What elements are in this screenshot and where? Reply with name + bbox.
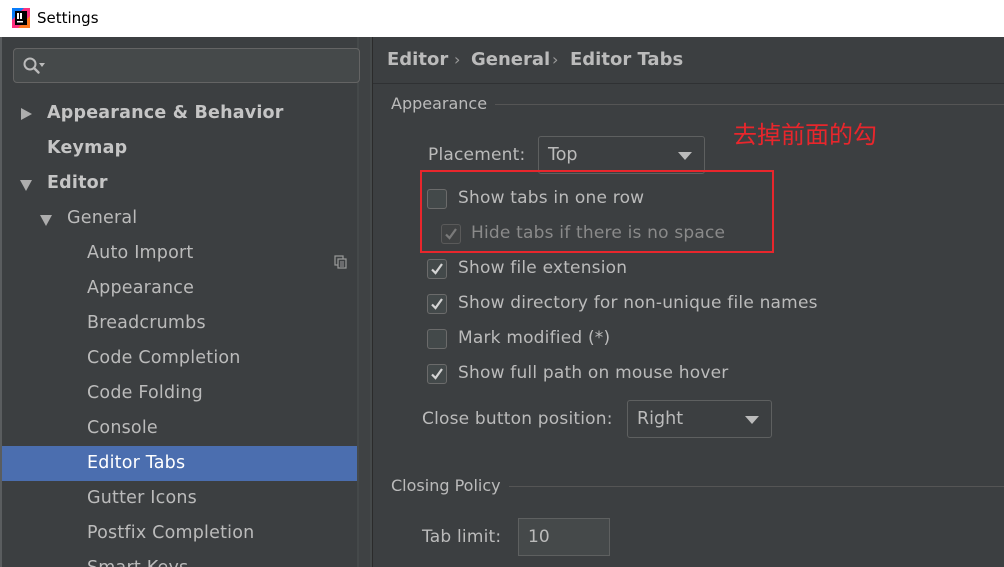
tree-item-gutter-icons[interactable]: Gutter Icons	[2, 481, 357, 516]
tree-item-label: Postfix Completion	[87, 523, 255, 543]
close-button-position-value: Right	[637, 409, 684, 429]
mark-modified-option[interactable]: Mark modified (*)	[427, 327, 727, 353]
tree-item-appearance[interactable]: Appearance	[2, 271, 357, 306]
window-title-bar: Settings	[0, 0, 1004, 37]
tree-item-auto-import[interactable]: Auto Import	[2, 236, 357, 271]
search-icon[interactable]	[22, 56, 46, 76]
tree-item-postfix-completion[interactable]: Postfix Completion	[2, 516, 357, 551]
tree-item-label: Gutter Icons	[87, 488, 197, 508]
show-full-path-label: Show full path on mouse hover	[458, 363, 729, 383]
tree-item-label: Console	[87, 418, 158, 438]
collapse-arrow-icon[interactable]	[40, 215, 52, 226]
tree-item-label: Code Folding	[87, 383, 203, 403]
show-file-extension-label: Show file extension	[458, 258, 628, 278]
breadcrumb-item-editor-tabs: Editor Tabs	[570, 49, 684, 70]
intellij-app-icon	[12, 8, 30, 28]
check-mark-icon	[431, 263, 443, 275]
tree-item-code-folding[interactable]: Code Folding	[2, 376, 357, 411]
project-settings-icon	[334, 247, 348, 269]
tree-item-label: Appearance	[87, 278, 195, 298]
close-button-position-label: Close button position:	[422, 409, 613, 429]
tab-limit-label: Tab limit:	[422, 527, 502, 547]
tree-item-label: Breadcrumbs	[87, 313, 206, 333]
tab-limit-value: 10	[528, 527, 550, 547]
section-title-appearance: Appearance	[391, 94, 496, 113]
expand-arrow-icon[interactable]	[21, 108, 32, 120]
tree-item-appearance-behavior[interactable]: Appearance & Behavior	[2, 96, 357, 131]
placement-dropdown[interactable]: Top	[538, 136, 705, 174]
breadcrumb-item-editor[interactable]: Editor	[387, 49, 448, 70]
annotation-note: 去掉前面的勾	[733, 121, 877, 149]
settings-search-field[interactable]	[13, 48, 360, 83]
tree-item-label: Keymap	[47, 138, 128, 158]
tree-item-label: Editor Tabs	[87, 453, 186, 473]
annotation-highlight-box	[420, 170, 774, 253]
tab-limit-input[interactable]: 10	[518, 518, 610, 556]
tree-item-editor-tabs[interactable]: Editor Tabs	[2, 446, 357, 481]
tree-item-label: Editor	[47, 173, 108, 193]
header-divider	[373, 83, 1004, 84]
sidebar-scrollbar[interactable]	[357, 37, 372, 567]
tree-item-breadcrumbs[interactable]: Breadcrumbs	[2, 306, 357, 341]
chevron-down-icon	[678, 152, 692, 160]
tree-item-keymap[interactable]: Keymap	[2, 131, 357, 166]
show-full-path-option[interactable]: Show full path on mouse hover	[427, 362, 757, 388]
tree-item-smart-keys[interactable]: Smart Keys	[2, 551, 357, 567]
tree-item-general[interactable]: General	[2, 201, 357, 236]
show-directory-option[interactable]: Show directory for non-unique file names	[427, 292, 847, 318]
tree-item-label: General	[67, 208, 138, 228]
show-directory-label: Show directory for non-unique file names	[458, 293, 818, 313]
check-mark-icon	[431, 298, 443, 310]
check-mark-icon	[431, 368, 443, 380]
tree-item-label: Smart Keys	[87, 551, 188, 567]
tree-item-label: Code Completion	[87, 348, 241, 368]
show-file-extension-checkbox[interactable]	[427, 259, 447, 279]
collapse-arrow-icon[interactable]	[20, 180, 32, 191]
breadcrumb-separator: ›	[454, 50, 461, 69]
mark-modified-label: Mark modified (*)	[458, 328, 611, 348]
chevron-down-icon	[745, 416, 759, 424]
tree-item-label: Auto Import	[87, 243, 194, 263]
show-directory-checkbox[interactable]	[427, 294, 447, 314]
placement-label: Placement:	[428, 145, 526, 165]
breadcrumb-item-general[interactable]: General	[471, 49, 550, 70]
tree-item-editor[interactable]: Editor	[2, 166, 357, 201]
placement-value: Top	[548, 145, 578, 165]
tree-item-code-completion[interactable]: Code Completion	[2, 341, 357, 376]
show-full-path-checkbox[interactable]	[427, 364, 447, 384]
tree-item-label: Appearance & Behavior	[47, 103, 284, 123]
window-title: Settings	[37, 9, 99, 27]
tree-item-console[interactable]: Console	[2, 411, 357, 446]
show-file-extension-option[interactable]: Show file extension	[427, 257, 727, 283]
close-button-position-dropdown[interactable]: Right	[627, 400, 772, 438]
breadcrumb-separator: ›	[552, 50, 559, 69]
section-title-closing-policy: Closing Policy	[391, 476, 509, 495]
mark-modified-checkbox[interactable]	[427, 329, 447, 349]
